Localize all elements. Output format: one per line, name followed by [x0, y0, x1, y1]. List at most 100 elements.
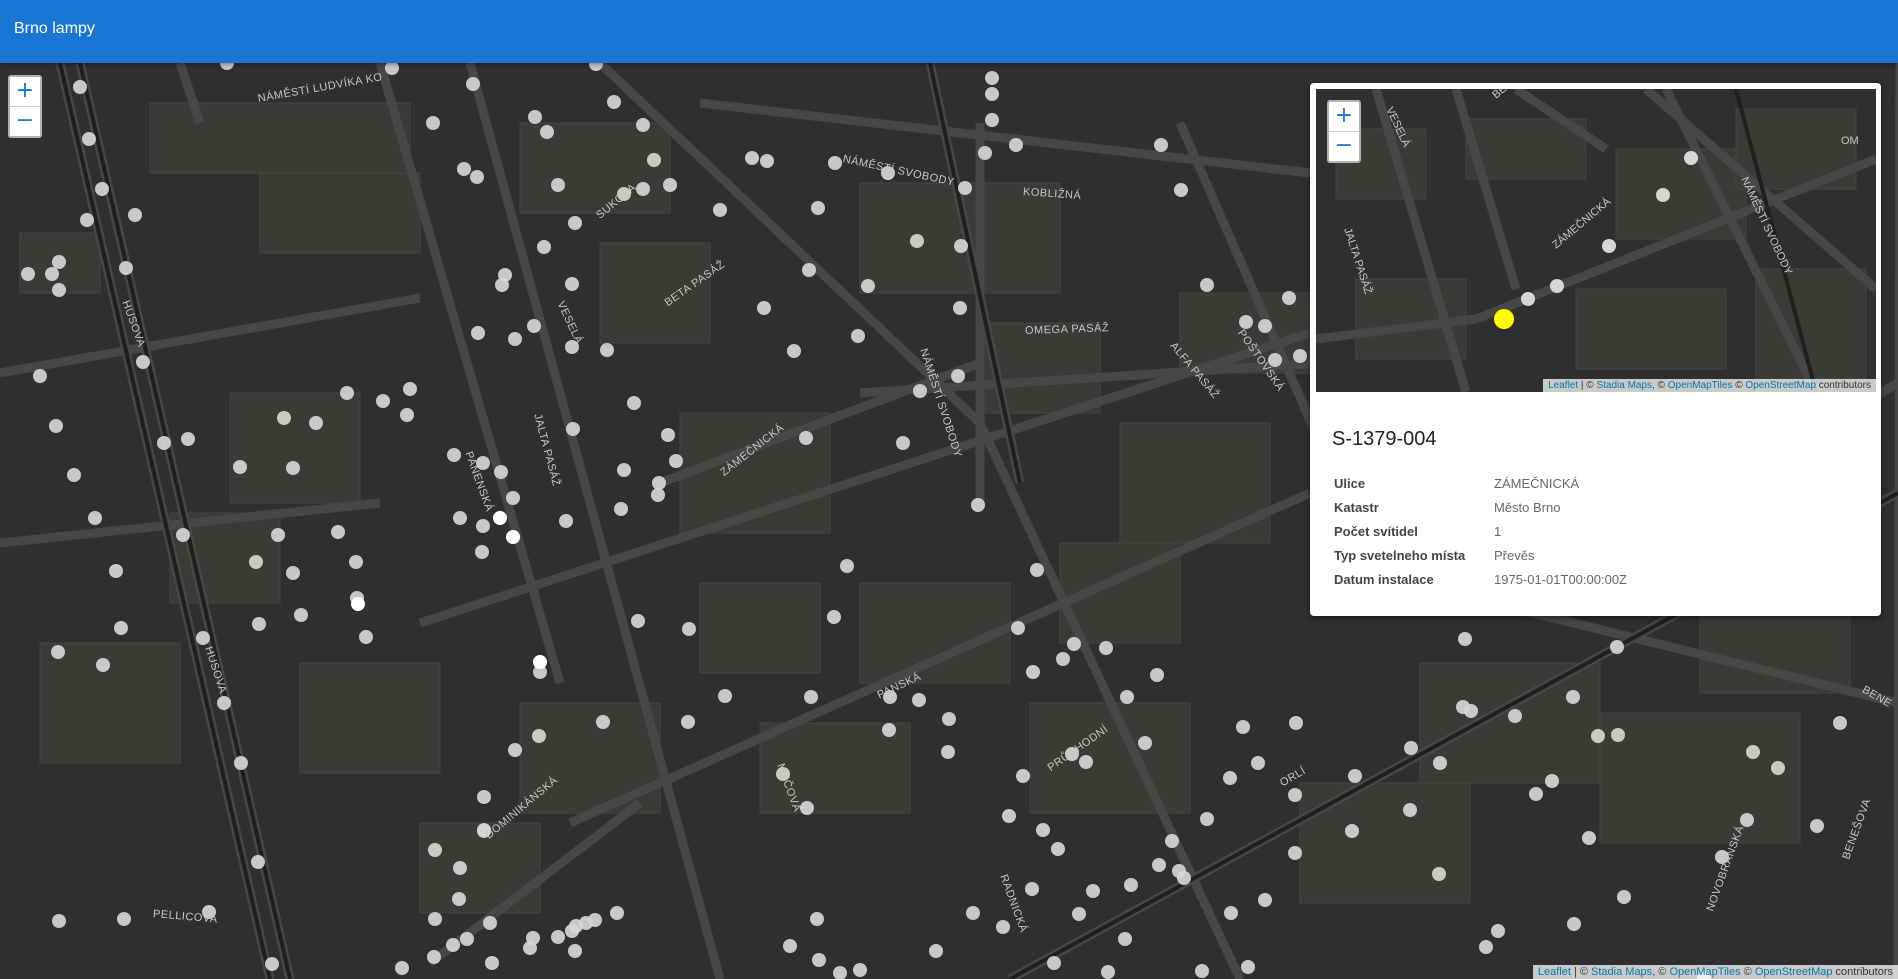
lamp-marker — [600, 343, 614, 357]
building-block — [1599, 712, 1801, 844]
building-block — [1419, 662, 1601, 784]
lamp-marker — [1521, 292, 1535, 306]
lamp-marker — [395, 961, 409, 975]
lamp-marker — [349, 555, 363, 569]
property-key: Počet svítidel — [1334, 523, 1418, 539]
lamp-marker — [73, 80, 87, 94]
lamp-marker — [1236, 720, 1250, 734]
zoom-out-button[interactable]: − — [10, 106, 40, 136]
lamp-marker — [446, 938, 460, 952]
lamp-marker — [812, 953, 826, 967]
stadia-link[interactable]: Stadia Maps — [1591, 966, 1652, 978]
lamp-marker — [294, 608, 308, 622]
attribution-text: contributors — [1815, 380, 1871, 391]
building-block — [599, 242, 711, 344]
lamp-marker — [21, 267, 35, 281]
lamp-marker — [861, 279, 875, 293]
minimap-zoom-out-button[interactable]: − — [1329, 131, 1359, 161]
lamp-marker — [95, 182, 109, 196]
property-row: Typ svetelneho místa Převěs — [1330, 543, 1631, 567]
lamp-marker — [286, 566, 300, 580]
lamp-marker — [1239, 315, 1253, 329]
lamp-marker — [1150, 668, 1164, 682]
lamp-marker — [802, 263, 816, 277]
lamp-marker — [119, 261, 133, 275]
openmaptiles-link[interactable]: OpenMapTiles — [1669, 966, 1740, 978]
zoom-in-button[interactable]: + — [10, 77, 40, 106]
lamp-marker — [1582, 831, 1596, 845]
lamp-marker — [565, 277, 579, 291]
building-block — [299, 662, 441, 774]
openmaptiles-link[interactable]: OpenMapTiles — [1668, 380, 1733, 391]
osm-link[interactable]: OpenStreetMap — [1755, 966, 1833, 978]
property-row: Katastr Město Brno — [1330, 495, 1631, 519]
lamp-marker — [912, 693, 926, 707]
attribution-text: | © — [1570, 966, 1592, 978]
lamp-marker — [1550, 279, 1564, 293]
attribution-text: © — [1732, 380, 1746, 391]
lamp-marker — [33, 369, 47, 383]
app-bar: Brno lampy — [0, 0, 1898, 63]
lamp-marker — [647, 153, 661, 167]
property-value: Převěs — [1494, 547, 1535, 563]
lamp-marker — [82, 132, 96, 146]
lamp-marker — [1120, 690, 1134, 704]
lamp-marker — [483, 916, 497, 930]
lamp-marker — [559, 514, 573, 528]
lamp-marker — [67, 468, 81, 482]
property-value: ZÁMEČNICKÁ — [1494, 475, 1580, 491]
lamp-marker — [331, 525, 345, 539]
lamp-marker — [96, 658, 110, 672]
lamp-marker — [466, 77, 480, 91]
lamp-marker — [607, 95, 621, 109]
lamp-marker — [617, 463, 631, 477]
lamp-marker — [1165, 834, 1179, 848]
lamp-marker — [985, 113, 999, 127]
attribution-text: contributors — [1832, 966, 1893, 978]
lamp-marker — [527, 319, 541, 333]
lamp-marker — [128, 208, 142, 222]
lamp-marker — [471, 326, 485, 340]
lamp-marker — [45, 267, 59, 281]
lamp-marker — [1241, 960, 1255, 974]
stadia-link[interactable]: Stadia Maps — [1596, 380, 1652, 391]
lamp-marker — [1404, 741, 1418, 755]
lamp-marker — [1200, 278, 1214, 292]
leaflet-link[interactable]: Leaflet — [1548, 380, 1578, 391]
minimap-tiles[interactable]: VESELÁBETA PASJALTA PASÁŽZÁMEČNICKÁNÁMĚS… — [1316, 89, 1876, 392]
lamp-marker — [476, 519, 490, 533]
lamp-marker — [109, 564, 123, 578]
lamp-marker — [453, 861, 467, 875]
lamp-marker — [661, 428, 675, 442]
lamp-marker — [1051, 842, 1065, 856]
lamp-marker — [427, 950, 441, 964]
lamp-marker — [1072, 907, 1086, 921]
lamp-marker — [951, 369, 965, 383]
osm-link[interactable]: OpenStreetMap — [1745, 380, 1816, 391]
lamp-marker — [810, 912, 824, 926]
lamp-marker — [1258, 319, 1272, 333]
lamp-marker — [1656, 188, 1670, 202]
lamp-marker — [1251, 756, 1265, 770]
lamp-marker — [457, 162, 471, 176]
lamp-marker — [1567, 917, 1581, 931]
lamp-marker — [1200, 812, 1214, 826]
lamp-marker — [954, 239, 968, 253]
lamp-marker — [851, 329, 865, 343]
lamp-marker — [1223, 771, 1237, 785]
lamp-marker — [1101, 965, 1115, 979]
lamp-marker — [1016, 769, 1030, 783]
feature-properties-table: Ulice ZÁMEČNICKÁ Katastr Město Brno Počet sv… — [1330, 471, 1631, 591]
minimap-zoom-in-button[interactable]: + — [1329, 102, 1359, 131]
lamp-marker — [913, 384, 927, 398]
lamp-marker — [460, 932, 474, 946]
detail-minimap[interactable]: VESELÁBETA PASJALTA PASÁŽZÁMEČNICKÁNÁMĚS… — [1316, 89, 1876, 392]
building-block — [1699, 602, 1851, 694]
lamp-marker — [1433, 756, 1447, 770]
lamp-marker — [1610, 640, 1624, 654]
attribution-text: , © — [1652, 380, 1668, 391]
lamp-marker — [1617, 890, 1631, 904]
lamp-marker — [540, 125, 554, 139]
leaflet-link[interactable]: Leaflet — [1538, 966, 1571, 978]
app-title: Brno lampy — [14, 20, 95, 37]
